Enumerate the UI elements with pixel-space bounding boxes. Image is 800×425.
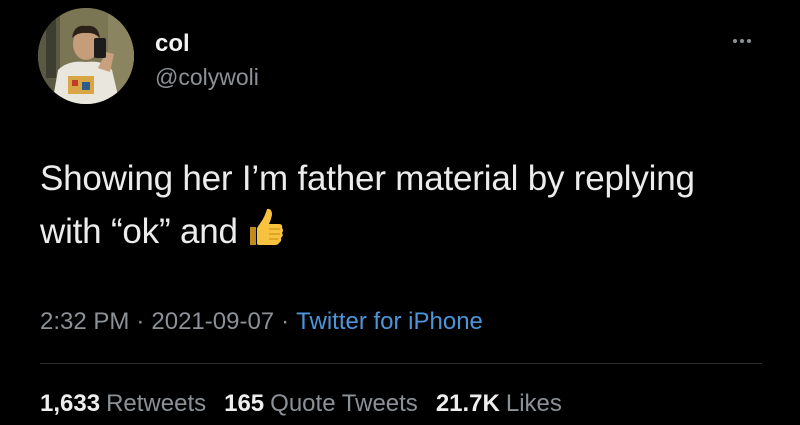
author-handle[interactable]: @colywoli [155, 63, 259, 91]
retweets-count[interactable]: 1,633 [40, 390, 100, 417]
avatar[interactable] [38, 8, 134, 104]
retweets-label[interactable]: Retweets [106, 390, 206, 417]
more-icon[interactable] [724, 34, 760, 48]
separator: · [281, 308, 290, 335]
divider [40, 363, 762, 364]
more-dot [740, 39, 744, 43]
quotes-label[interactable]: Quote Tweets [270, 390, 418, 417]
tweet-date[interactable]: 2021-09-07 [151, 308, 274, 335]
tweet: col @colywoli Showing her I’m father mat… [0, 0, 800, 425]
thumbs-up-icon [249, 208, 283, 245]
tweet-stats: 1,633 Retweets 165 Quote Tweets 21.7K Likes [40, 389, 580, 419]
tweet-time[interactable]: 2:32 PM [40, 308, 129, 335]
likes-count[interactable]: 21.7K [436, 390, 500, 417]
tweet-meta: 2:32 PM · 2021-09-07 · Twitter for iPhone [40, 307, 483, 337]
author-name[interactable]: col [155, 30, 190, 58]
tweet-body: Showing her I’m father material by reply… [40, 159, 695, 251]
more-dot [747, 39, 751, 43]
quotes-count[interactable]: 165 [224, 390, 264, 417]
tweet-text: Showing her I’m father material by reply… [40, 152, 760, 258]
likes-label[interactable]: Likes [506, 390, 562, 417]
more-dot [733, 39, 737, 43]
profile-photo-icon [38, 8, 134, 104]
tweet-source-link[interactable]: Twitter for iPhone [296, 308, 483, 335]
separator: · [136, 308, 145, 335]
